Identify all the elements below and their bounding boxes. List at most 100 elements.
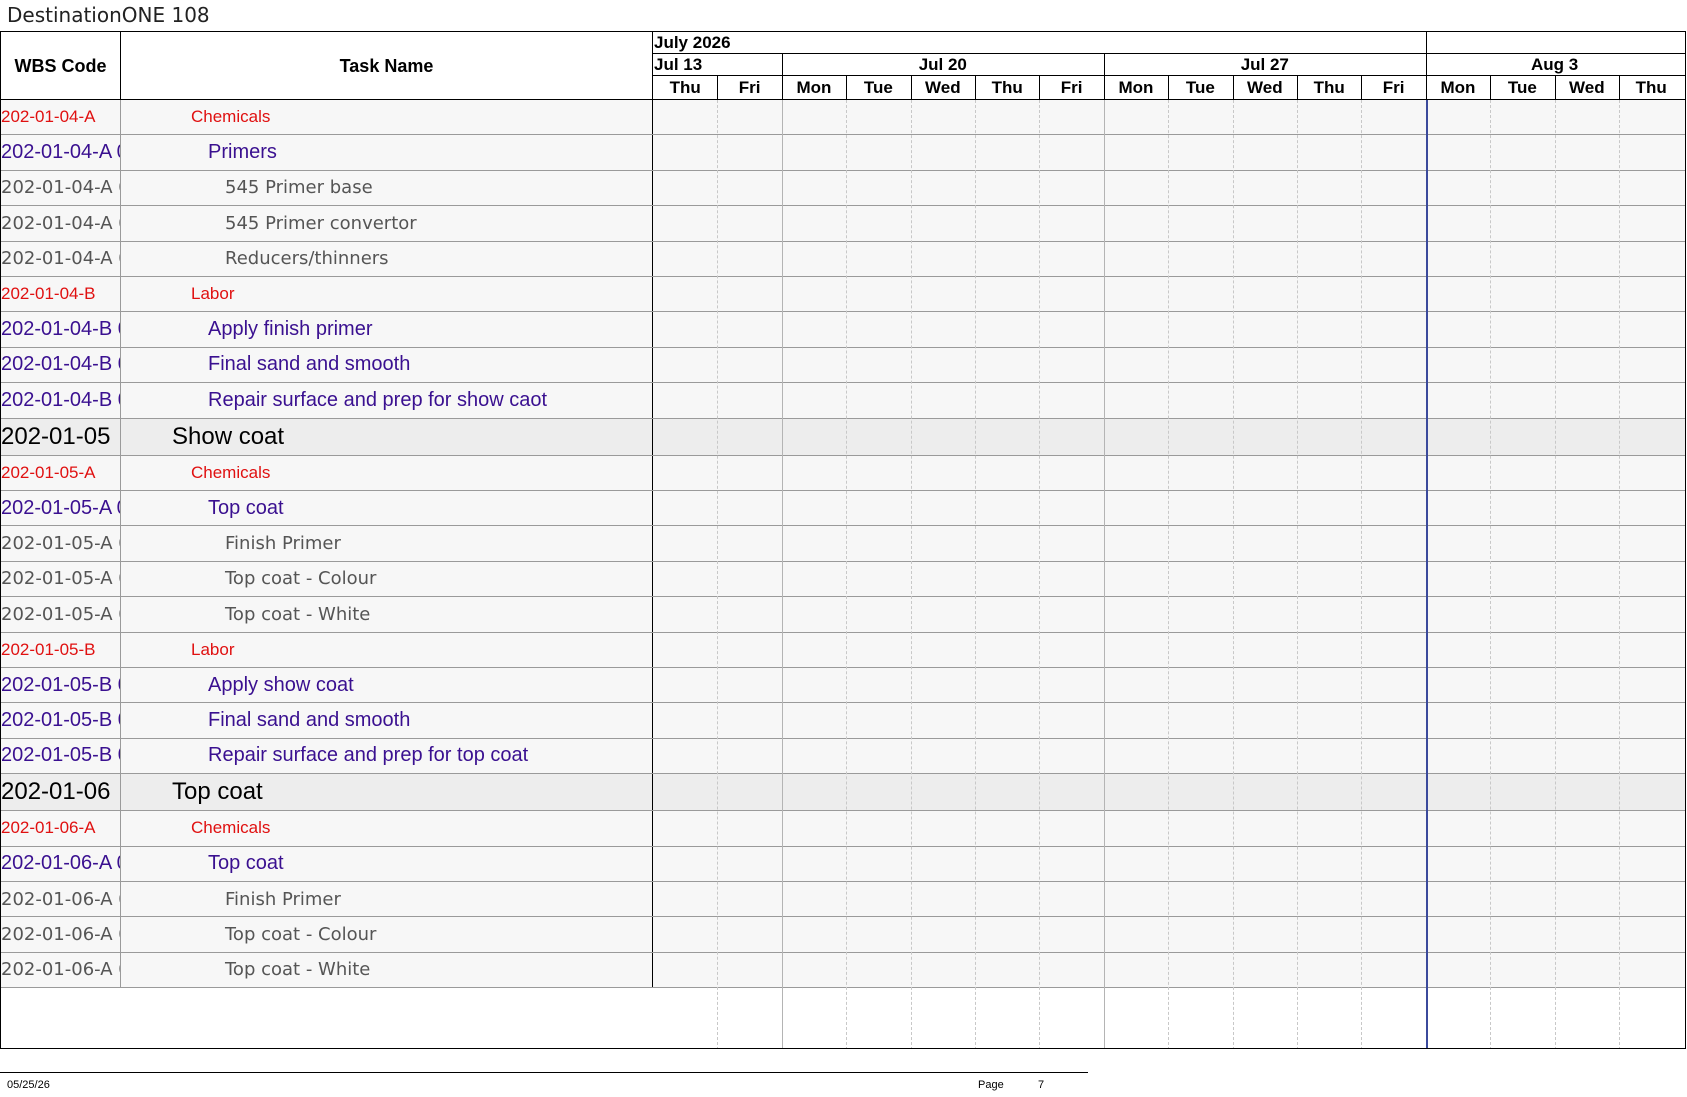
wbs-code-cell[interactable]: 202-01-04-A 01: [1, 170, 121, 206]
wbs-code-cell[interactable]: 202-01-04-B 01: [1, 347, 121, 383]
wbs-code-cell[interactable]: 202-01-06-A 01: [1, 952, 121, 988]
task-name-cell[interactable]: Labor: [121, 632, 653, 667]
timeline-day-label: Mon: [796, 78, 832, 97]
wbs-code-cell[interactable]: 202-01-05-B: [1, 632, 121, 667]
timeline-header-separator: [846, 76, 848, 100]
task-name-cell[interactable]: Chemicals: [121, 100, 653, 135]
table-row[interactable]: 202-01-05 Show coat: [1, 418, 1685, 456]
wbs-code-cell[interactable]: 202-01-04-A 01: [1, 241, 121, 276]
task-name-cell[interactable]: Top coat - Colour: [121, 917, 653, 952]
table-row[interactable]: 202-01-05-A 01Top coat - White: [1, 597, 1685, 633]
task-name-cell[interactable]: Labor: [121, 277, 653, 312]
timeline-header-rule: [653, 75, 1685, 76]
wbs-code-cell[interactable]: 202-01-06-A 01: [1, 882, 121, 917]
wbs-code-cell[interactable]: 202-01-05-B 01: [1, 668, 121, 703]
task-name-cell[interactable]: 545 Primer convertor: [121, 206, 653, 241]
task-name-cell[interactable]: 545 Primer base: [121, 170, 653, 206]
table-row[interactable]: 202-01-06-A 01Top coat - White: [1, 952, 1685, 989]
task-name-cell[interactable]: Apply show coat: [121, 668, 653, 703]
task-name-cell[interactable]: Top coat - White: [121, 952, 653, 988]
timeline-day-label: Tue: [1507, 78, 1537, 97]
task-name-cell[interactable]: Reducers/thinners: [121, 241, 653, 276]
timeline-header-separator: [1103, 54, 1105, 100]
wbs-code-cell[interactable]: 202-01-05-A: [1, 455, 121, 490]
table-row[interactable]: 202-01-04-B 01Final sand and smooth: [1, 347, 1685, 384]
table-row[interactable]: 202-01-06-A 01Top coat: [1, 846, 1685, 882]
timeline-day-label: Wed: [1247, 78, 1283, 97]
table-row[interactable]: 202-01-04-A Chemicals: [1, 100, 1685, 136]
wbs-code-cell[interactable]: 202-01-05-A 01: [1, 561, 121, 597]
timeline-header-separator: [1297, 76, 1298, 100]
table-row[interactable]: 202-01-05-B Labor: [1, 632, 1685, 668]
timeline-header: July 2026 Jul 13 Jul 20 Jul 27 Aug 3 Thu Fri…: [653, 32, 1685, 100]
task-name-cell[interactable]: Final sand and smooth: [121, 703, 653, 738]
task-name-cell[interactable]: Top coat: [121, 846, 653, 881]
table-row[interactable]: 202-01-05-B 01Apply show coat: [1, 668, 1685, 704]
task-name-cell[interactable]: Chemicals: [121, 811, 653, 846]
timeline-week-label: Jul 13: [654, 55, 703, 74]
column-header-wbs-code[interactable]: WBS Code: [1, 32, 121, 100]
table-row[interactable]: 202-01-04-A 01Reducers/thinners: [1, 241, 1685, 277]
wbs-code-cell[interactable]: 202-01-06-A: [1, 811, 121, 846]
table-row[interactable]: 202-01-06 Top coat: [1, 774, 1685, 812]
task-name-cell[interactable]: Show coat: [121, 418, 653, 455]
timeline-header-separator: [910, 76, 912, 100]
wbs-code-cell[interactable]: 202-01-04-B: [1, 277, 121, 312]
table-row[interactable]: 202-01-06-A 01Finish Primer: [1, 882, 1685, 918]
table-row[interactable]: 202-01-05-A 01Top coat - Colour: [1, 561, 1685, 598]
timeline-day-label: Thu: [991, 78, 1023, 97]
table-row[interactable]: 202-01-04-A 01Primers: [1, 135, 1685, 171]
wbs-code-cell[interactable]: 202-01-04-A 01: [1, 206, 121, 241]
table-row[interactable]: 202-01-05-B 01Final sand and smooth: [1, 703, 1685, 739]
timeline-day-label: Thu: [669, 78, 701, 97]
wbs-code-cell[interactable]: 202-01-05-A 01: [1, 526, 121, 561]
task-name-cell[interactable]: Top coat: [121, 491, 653, 526]
timeline-header-rule: [653, 53, 1685, 54]
table-row[interactable]: 202-01-05-A 01Finish Primer: [1, 526, 1685, 562]
timeline-header-separator: [1554, 76, 1556, 100]
wbs-code-cell[interactable]: 202-01-05-A 01: [1, 597, 121, 632]
column-header-task-name[interactable]: Task Name: [121, 32, 653, 100]
task-name-cell[interactable]: Finish Primer: [121, 526, 653, 561]
table-row[interactable]: 202-01-04-A 01545 Primer convertor: [1, 206, 1685, 242]
task-name-cell[interactable]: Top coat: [121, 774, 653, 811]
wbs-code-cell[interactable]: 202-01-04-B 01: [1, 312, 121, 347]
task-name-cell[interactable]: Primers: [121, 135, 653, 170]
task-name-cell[interactable]: Chemicals: [121, 455, 653, 490]
wbs-code-cell[interactable]: 202-01-06-A 01: [1, 917, 121, 952]
table-row[interactable]: 202-01-05-A Chemicals: [1, 455, 1685, 491]
table-row[interactable]: 202-01-04-B Labor: [1, 277, 1685, 313]
timeline-day-label: Mon: [1440, 78, 1476, 97]
wbs-code-cell[interactable]: 202-01-05-B 01: [1, 703, 121, 738]
wbs-code-cell[interactable]: 202-01-05-B 01: [1, 738, 121, 774]
table-row[interactable]: 202-01-06-A 01Top coat - Colour: [1, 917, 1685, 953]
wbs-code-cell[interactable]: 202-01-04-B 01: [1, 383, 121, 418]
task-name-cell[interactable]: Finish Primer: [121, 882, 653, 917]
timeline-month-label: July 2026: [654, 33, 731, 52]
wbs-code-cell[interactable]: 202-01-05: [1, 418, 121, 455]
wbs-code-cell[interactable]: 202-01-04-A: [1, 100, 121, 135]
task-name-cell[interactable]: Top coat - Colour: [121, 561, 653, 597]
task-name-cell[interactable]: Final sand and smooth: [121, 347, 653, 383]
task-name-cell[interactable]: Repair surface and prep for show caot: [121, 383, 653, 418]
task-name-cell[interactable]: Repair surface and prep for top coat: [121, 738, 653, 774]
footer-page-label: Page: [978, 1079, 1004, 1091]
timeline-header-separator: [717, 76, 719, 100]
wbs-code-cell[interactable]: 202-01-06: [1, 774, 121, 811]
timeline-day-label: Thu: [1635, 78, 1667, 97]
table-row[interactable]: 202-01-05-B 01Repair surface and prep fo…: [1, 738, 1685, 775]
table-row[interactable]: 202-01-04-A 01545 Primer base: [1, 170, 1685, 207]
wbs-code-cell[interactable]: 202-01-06-A 01: [1, 846, 121, 881]
timeline-day-label: Tue: [1185, 78, 1215, 97]
timeline-header-separator: [1490, 76, 1492, 100]
task-name-cell[interactable]: Apply finish primer: [121, 312, 653, 347]
task-name-cell[interactable]: Top coat - White: [121, 597, 653, 632]
table-row[interactable]: 202-01-06-A Chemicals: [1, 811, 1685, 847]
table-row[interactable]: 202-01-04-B 01Apply finish primer: [1, 312, 1685, 348]
table-row[interactable]: 202-01-05-A 01Top coat: [1, 491, 1685, 527]
footer-divider: [0, 1072, 1088, 1073]
timeline-day-label: Wed: [925, 78, 961, 97]
wbs-code-cell[interactable]: 202-01-05-A 01: [1, 491, 121, 526]
table-row[interactable]: 202-01-04-B 01Repair surface and prep fo…: [1, 383, 1685, 419]
wbs-code-cell[interactable]: 202-01-04-A 01: [1, 135, 121, 170]
